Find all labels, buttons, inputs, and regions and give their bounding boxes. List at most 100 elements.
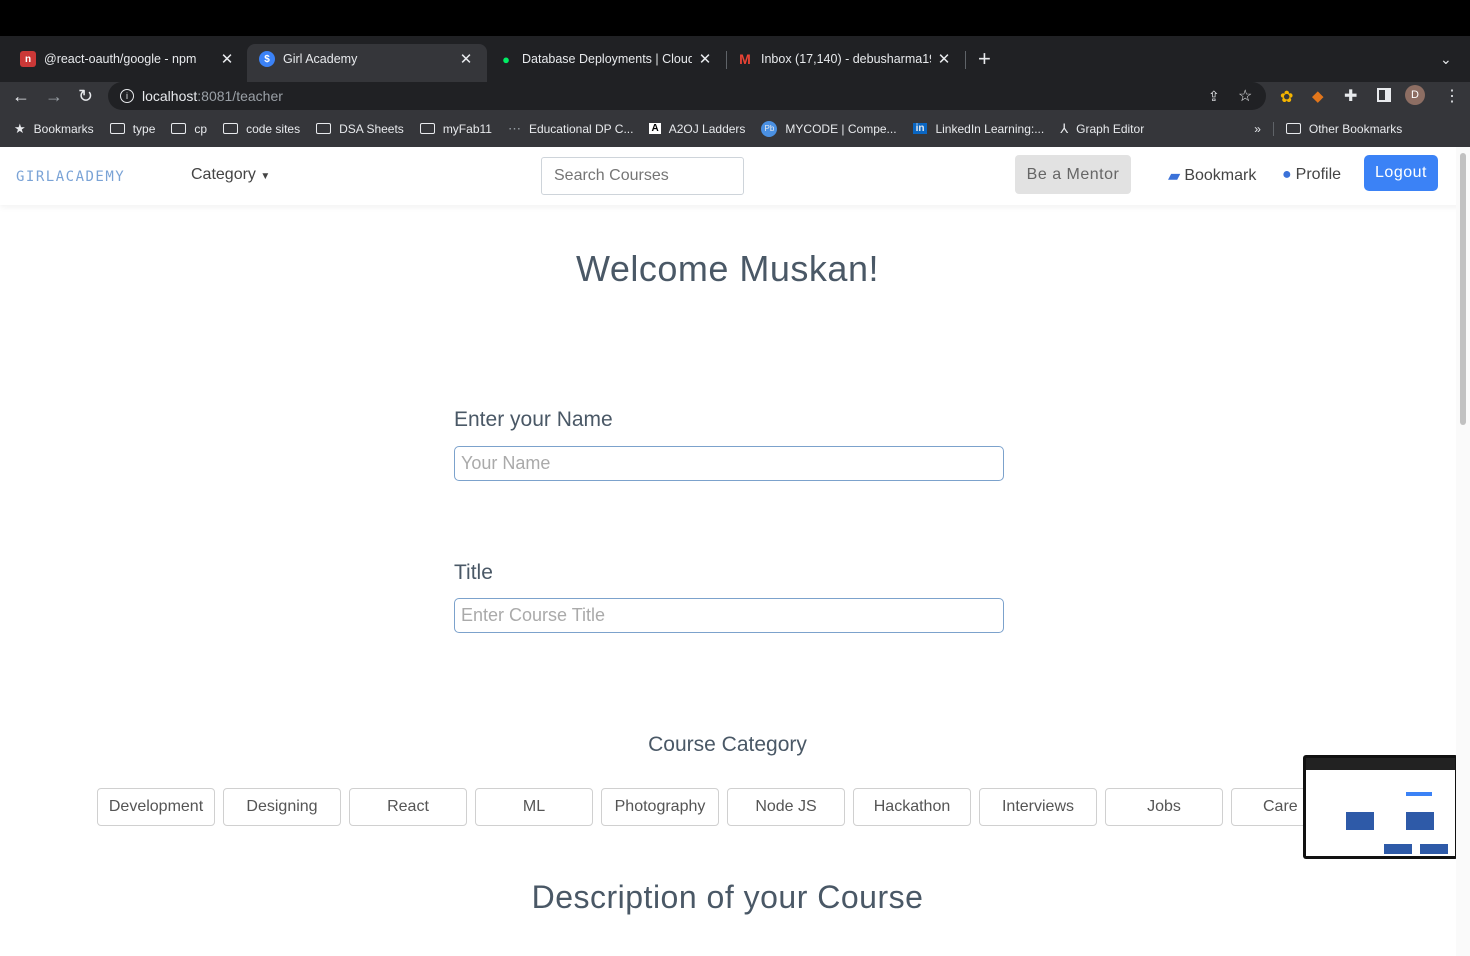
logout-button[interactable]: Logout — [1364, 155, 1438, 191]
avatar[interactable]: D — [1405, 85, 1425, 105]
tab-list-button[interactable]: ⌄ — [1440, 44, 1452, 74]
bookmark-item[interactable]: Pb MYCODE | Compe... — [761, 120, 897, 137]
bookmark-folder[interactable]: myFab11 — [419, 122, 492, 136]
bookmark-label: Other Bookmarks — [1308, 121, 1403, 136]
close-icon[interactable]: ✕ — [220, 50, 234, 68]
tab-title: @react-oauth/google - npm — [44, 52, 197, 66]
extensions-icon[interactable]: ✚ — [1344, 86, 1357, 106]
bookmark-folder[interactable]: type — [109, 122, 155, 136]
category-label: Category — [191, 166, 256, 183]
more-bookmarks-button[interactable]: » — [1254, 122, 1261, 136]
address-bar[interactable]: i localhost:8081/teacher ⇪ ☆ — [108, 82, 1266, 110]
other-bookmarks[interactable]: Other Bookmarks — [1272, 121, 1403, 136]
metamask-icon[interactable]: ◆ — [1312, 87, 1324, 105]
girl-academy-icon: $ — [259, 51, 275, 67]
url-path: :8081/teacher — [197, 88, 283, 104]
bookmark-item[interactable]: ★ Bookmarks — [14, 121, 94, 137]
reload-icon[interactable]: ↻ — [78, 86, 93, 107]
name-field[interactable]: Your Name — [454, 446, 1004, 481]
tab-gmail[interactable]: M Inbox (17,140) - debusharma19 ✕ — [737, 44, 951, 74]
back-icon[interactable]: ← — [12, 86, 30, 107]
screen-recording-thumbnail[interactable] — [1303, 755, 1458, 859]
category-chip-interviews[interactable]: Interviews — [979, 788, 1097, 826]
name-placeholder: Your Name — [461, 453, 551, 473]
forward-icon[interactable]: → — [45, 86, 63, 107]
search-input[interactable] — [541, 157, 744, 195]
bookmark-label: MYCODE | Compe... — [785, 121, 897, 136]
welcome-heading: Welcome Muskan! — [576, 248, 879, 289]
new-tab-button[interactable]: + — [978, 44, 991, 74]
category-chip-development[interactable]: Development — [97, 788, 215, 826]
profile-label: Profile — [1295, 166, 1342, 183]
category-chip-ml[interactable]: ML — [475, 788, 593, 826]
folder-icon — [109, 123, 125, 134]
tab-separator — [726, 51, 727, 69]
bookmark-label: Bookmarks — [33, 121, 94, 136]
tab-npm[interactable]: n @react-oauth/google - npm ✕ — [20, 44, 234, 74]
title-placeholder: Enter Course Title — [461, 605, 606, 625]
bookmark-label: Educational DP C... — [528, 121, 634, 136]
tab-title: Inbox (17,140) - debusharma19 — [761, 52, 931, 66]
bookmark-link[interactable]: ▰ Bookmark — [1168, 166, 1256, 186]
bookmark-item[interactable]: ⋯ Educational DP C... — [508, 121, 634, 137]
chevron-down-icon: ⌄ — [1440, 50, 1452, 67]
title-label: Title — [454, 561, 493, 584]
menu-icon[interactable]: ⋮ — [1444, 86, 1460, 106]
bookmark-label: Graph Editor — [1076, 121, 1145, 136]
folder-icon — [1285, 123, 1301, 134]
profile-link[interactable]: ● Profile — [1282, 166, 1341, 184]
name-label: Enter your Name — [454, 408, 613, 431]
bookmark-label: code sites — [246, 121, 301, 136]
category-chip-designing[interactable]: Designing — [223, 788, 341, 826]
bookmark-folder[interactable]: code sites — [223, 122, 300, 136]
site-logo[interactable]: GIRLACADEMY — [16, 169, 125, 185]
site-navbar: GIRLACADEMY Category ▼ Be a Mentor ▰Book… — [0, 147, 1470, 205]
close-icon[interactable]: ✕ — [698, 50, 712, 68]
be-a-mentor-button[interactable]: Be a Mentor — [1015, 155, 1131, 194]
bookmark-folder[interactable]: cp — [171, 122, 207, 136]
category-dropdown[interactable]: Category ▼ — [191, 166, 270, 184]
bookmark-label: A2OJ Ladders — [668, 121, 746, 136]
globe-icon: ⋯ — [507, 120, 521, 136]
bookmark-item[interactable]: A A2OJ Ladders — [649, 122, 745, 136]
more-label: » — [1254, 121, 1261, 136]
tab-mongodb[interactable]: ● Database Deployments | Cloud ✕ — [498, 44, 712, 74]
graph-icon: ⅄ — [1060, 120, 1069, 136]
category-chip-hackathon[interactable]: Hackathon — [853, 788, 971, 826]
plus-icon: + — [978, 46, 991, 71]
tab-girl-academy[interactable]: $ Girl Academy ✕ — [259, 44, 473, 74]
caret-down-icon: ▼ — [260, 171, 271, 182]
close-icon[interactable]: ✕ — [937, 50, 951, 68]
bookmark-label: LinkedIn Learning:... — [935, 121, 1045, 136]
folder-icon — [171, 123, 187, 134]
bookmark-label: cp — [194, 121, 208, 136]
course-category-heading: Course Category — [648, 733, 807, 756]
category-chip-react[interactable]: React — [349, 788, 467, 826]
category-chip-nodejs[interactable]: Node JS — [727, 788, 845, 826]
bookmark-label: Bookmark — [1184, 167, 1257, 184]
bookmark-label: DSA Sheets — [339, 121, 404, 136]
course-title-field[interactable]: Enter Course Title — [454, 598, 1004, 633]
category-chip-photography[interactable]: Photography — [601, 788, 719, 826]
close-icon[interactable]: ✕ — [459, 50, 473, 68]
bookmark-folder[interactable]: DSA Sheets — [316, 122, 404, 136]
bookmarks-bar: ★ Bookmarks type cp code sites DSA Sheets… — [0, 110, 1470, 147]
side-panel-icon[interactable] — [1377, 88, 1391, 102]
star-icon[interactable]: ☆ — [1238, 86, 1252, 106]
info-icon[interactable]: i — [120, 89, 134, 103]
book-icon: ▰ — [1168, 168, 1181, 185]
mongodb-icon: ● — [502, 51, 510, 67]
category-chip-jobs[interactable]: Jobs — [1105, 788, 1223, 826]
url-host: localhost — [142, 88, 198, 104]
share-icon[interactable]: ⇪ — [1208, 88, 1220, 105]
bookmark-item[interactable]: ⅄ Graph Editor — [1060, 121, 1144, 137]
bookmark-item[interactable]: in LinkedIn Learning:... — [912, 121, 1045, 136]
tab-separator — [965, 51, 966, 69]
os-top-bar — [0, 0, 1470, 36]
a2oj-icon: A — [649, 123, 661, 134]
color-extension-icon[interactable]: ✿ — [1280, 87, 1293, 107]
tab-title: Database Deployments | Cloud — [522, 52, 692, 66]
scrollbar-thumb[interactable] — [1460, 153, 1466, 425]
folder-icon — [223, 123, 239, 134]
gmail-icon: M — [739, 51, 751, 67]
